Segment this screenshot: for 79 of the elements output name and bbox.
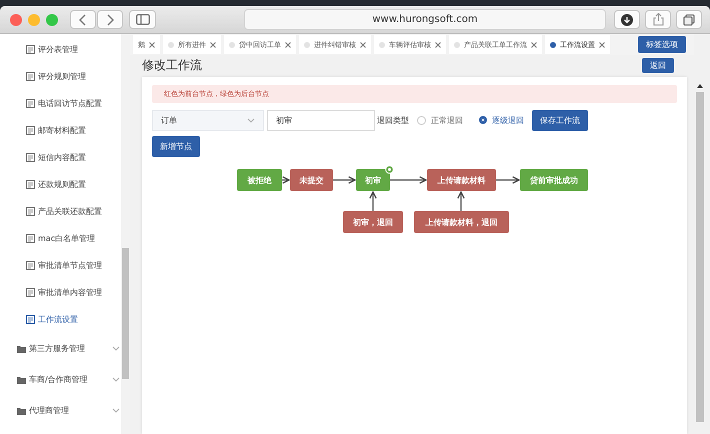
sidebar-item[interactable]: 邮寄材料配置: [0, 117, 121, 144]
radio-option[interactable]: 逐级退回: [479, 114, 524, 126]
status-dot-icon: [168, 42, 174, 48]
flow-node[interactable]: 初审，退回: [343, 211, 403, 233]
close-icon[interactable]: [531, 42, 537, 48]
add-node-button[interactable]: 新增节点: [152, 136, 200, 157]
status-dot-icon: [304, 42, 310, 48]
share-button[interactable]: [645, 10, 671, 29]
sidebar-group[interactable]: 代理商管理: [0, 395, 121, 426]
chevron-right-icon: [106, 14, 114, 26]
download-icon: [621, 14, 633, 26]
save-workflow-button[interactable]: 保存工作流: [532, 110, 588, 130]
sidebar-item[interactable]: 产品关联还款配置: [0, 198, 121, 225]
chevron-down-icon: [247, 118, 255, 122]
scrollbar-thumb[interactable]: [122, 248, 129, 379]
sidebar-item[interactable]: 还款规则配置: [0, 171, 121, 198]
flow-node[interactable]: 未提交: [290, 169, 333, 191]
back-button[interactable]: [70, 10, 96, 29]
flow-node[interactable]: 上传请款材料，退回: [414, 211, 509, 233]
download-button[interactable]: [614, 10, 640, 29]
folder-icon: [17, 406, 26, 414]
page-title: 修改工作流: [142, 56, 203, 74]
share-icon: [652, 13, 664, 26]
status-dot-icon: [550, 42, 556, 48]
close-icon[interactable]: [149, 42, 155, 48]
page-icon: [26, 315, 35, 324]
node-name-field[interactable]: 初审: [267, 110, 375, 130]
page-icon: [26, 126, 35, 135]
folder-icon: [17, 344, 26, 352]
sidebar-item[interactable]: 审批清单内容管理: [0, 279, 121, 306]
sidebar-item[interactable]: 审批清单节点管理: [0, 252, 121, 279]
connector-arrow: [390, 176, 427, 184]
chevron-left-icon: [79, 14, 87, 26]
close-icon[interactable]: [599, 42, 605, 48]
connector-arrow: [457, 191, 465, 211]
radio-option[interactable]: 正常退回: [417, 114, 463, 126]
forward-button[interactable]: [97, 10, 123, 29]
status-dot-icon: [379, 42, 385, 48]
page-icon: [26, 207, 35, 216]
sidebar-item[interactable]: 短信内容配置: [0, 144, 121, 171]
sidebar-item[interactable]: mac白名单管理: [0, 225, 121, 252]
close-icon[interactable]: [360, 42, 366, 48]
flow-node[interactable]: 上传请款材料: [427, 169, 496, 191]
page-icon: [26, 261, 35, 270]
page-icon: [26, 180, 35, 189]
page-icon: [26, 153, 35, 162]
scroll-up-icon[interactable]: [697, 84, 703, 88]
connector-arrow: [282, 176, 290, 184]
close-icon[interactable]: [285, 42, 291, 48]
scrollbar-thumb[interactable]: [696, 92, 704, 422]
page-icon: [26, 45, 35, 54]
back-button[interactable]: 返回: [642, 58, 674, 72]
page-icon: [26, 234, 35, 243]
return-type-label: 退回类型: [377, 114, 409, 126]
sidebar-item[interactable]: 评分表管理: [0, 36, 121, 63]
status-dot-icon: [454, 42, 460, 48]
address-bar[interactable]: www.hurongsoft.com: [244, 9, 606, 30]
tab-options-button[interactable]: 标签选项: [638, 36, 686, 53]
connector-arrow: [333, 176, 356, 184]
status-dot-icon: [229, 42, 235, 48]
sidebar-group[interactable]: 第三方服务管理: [0, 333, 121, 364]
page-icon: [26, 288, 35, 297]
page-icon: [26, 99, 35, 108]
sidebar-group[interactable]: 车商/合作商管理: [0, 364, 121, 395]
page-icon: [26, 72, 35, 81]
close-window-icon[interactable]: [10, 14, 22, 26]
sidebar-toggle-button[interactable]: [129, 10, 156, 29]
tabs-overview-button[interactable]: [676, 10, 702, 29]
type-select[interactable]: 订单: [152, 110, 264, 130]
sidebar-icon: [136, 14, 150, 25]
close-icon[interactable]: [210, 42, 216, 48]
connector-arrow: [496, 176, 520, 184]
folder-icon: [17, 376, 26, 384]
sidebar-item[interactable]: 评分规则管理: [0, 63, 121, 90]
connector-arrow: [369, 191, 377, 211]
close-icon[interactable]: [435, 42, 441, 48]
tabs-icon: [683, 14, 695, 26]
sidebar-item[interactable]: 电话回访节点配置: [0, 90, 121, 117]
sidebar-item[interactable]: 工作流设置: [0, 306, 121, 333]
